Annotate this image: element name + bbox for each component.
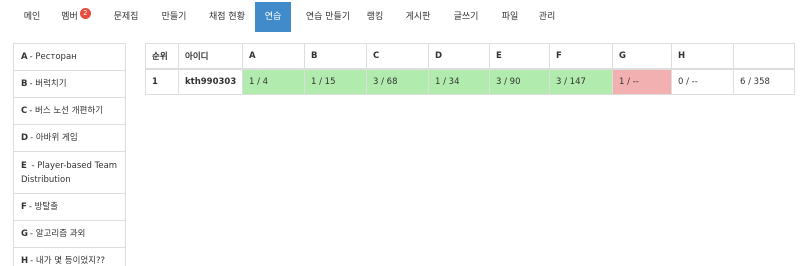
nav-item-label: 메인 bbox=[23, 12, 41, 22]
problem-title: - 버스 노선 개편하기 bbox=[29, 106, 103, 116]
member-count-badge: 2 bbox=[79, 8, 91, 19]
header-rank: 순위 bbox=[145, 43, 179, 70]
problem-item-g[interactable]: G- 알고리즘 과외 bbox=[13, 221, 126, 248]
nav-item-status[interactable]: 채점 현황 bbox=[199, 2, 255, 32]
nav-item-label: 연습 bbox=[264, 12, 282, 22]
result-cell-b: 1 / 15 bbox=[304, 68, 367, 95]
result-cell-d: 1 / 34 bbox=[428, 68, 490, 95]
header-problem-d[interactable]: D bbox=[428, 43, 490, 70]
nav-item-label: 랭킹 bbox=[366, 12, 384, 22]
nav-item-label: 게시판 bbox=[405, 12, 431, 22]
nav-item-label: 글쓰기 bbox=[453, 12, 479, 22]
nav-item-label: 파일 bbox=[501, 12, 519, 22]
problem-letter: A bbox=[21, 52, 28, 62]
problem-letter: F bbox=[21, 202, 27, 212]
problem-item-b[interactable]: B- 버럭치기 bbox=[13, 71, 126, 98]
problem-letter: C bbox=[21, 106, 28, 116]
nav-item-board[interactable]: 게시판 bbox=[395, 2, 441, 32]
problem-letter: B bbox=[21, 79, 28, 89]
problem-title: - 아바위 게임 bbox=[30, 133, 78, 143]
problem-title: - 알고리즘 과외 bbox=[29, 229, 86, 239]
nav-item-label: 연습 만들기 bbox=[305, 12, 351, 22]
nav-item-practice[interactable]: 연습 bbox=[255, 2, 291, 32]
header-row: 순위 아이디 A B C D E F G H bbox=[145, 43, 795, 70]
nav-item-label: 만들기 bbox=[161, 12, 187, 22]
problem-list: A- Ресторан B- 버럭치기 C- 버스 노선 개편하기 D- 아바위… bbox=[13, 43, 126, 266]
problem-letter: G bbox=[21, 229, 28, 239]
nav-item-problemset[interactable]: 문제집 bbox=[103, 2, 149, 32]
result-cell-a: 1 / 4 bbox=[242, 68, 305, 95]
user-id-cell[interactable]: kth990303 bbox=[178, 68, 243, 95]
problem-title-wrap: E - Player-based Team Distribution bbox=[21, 159, 125, 187]
result-cell-c: 3 / 68 bbox=[366, 68, 429, 95]
header-problem-e[interactable]: E bbox=[489, 43, 550, 70]
nav-item-write[interactable]: 글쓰기 bbox=[443, 2, 489, 32]
result-cell-e: 3 / 90 bbox=[489, 68, 550, 95]
header-problem-f[interactable]: F bbox=[549, 43, 613, 70]
top-nav: 메인 멤버 2 문제집 만들기 채점 현황 연습 연습 만들기 랭킹 게시판 글쓰… bbox=[0, 0, 800, 34]
total-cell: 6 / 358 bbox=[733, 68, 795, 95]
header-total bbox=[733, 43, 795, 70]
table-row: 1 kth990303 1 / 4 1 / 15 3 / 68 1 / 34 3… bbox=[145, 68, 795, 95]
nav-item-admin[interactable]: 관리 bbox=[530, 2, 564, 32]
nav-item-create-practice[interactable]: 연습 만들기 bbox=[296, 2, 360, 32]
problem-title: - 방탈출 bbox=[28, 202, 59, 212]
problem-title: - 내가 몇 등이었지?? bbox=[30, 256, 106, 266]
problem-item-f[interactable]: F- 방탈출 bbox=[13, 194, 126, 221]
result-cell-g: 1 / -- bbox=[612, 68, 672, 95]
problem-title: - Ресторан bbox=[29, 52, 77, 62]
nav-item-main[interactable]: 메인 bbox=[14, 2, 50, 32]
header-user-id: 아이디 bbox=[178, 43, 243, 70]
nav-item-label: 관리 bbox=[538, 12, 556, 22]
header-problem-h[interactable]: H bbox=[671, 43, 734, 70]
problem-title: - Player-based Team Distribution bbox=[21, 160, 118, 185]
nav-item-ranking[interactable]: 랭킹 bbox=[360, 2, 390, 32]
nav-item-files[interactable]: 파일 bbox=[492, 2, 528, 32]
scoreboard-table: 순위 아이디 A B C D E F G H 1 kth990303 1 / 4… bbox=[145, 43, 795, 95]
problem-letter: E bbox=[21, 160, 27, 171]
problem-item-a[interactable]: A- Ресторан bbox=[13, 43, 126, 71]
nav-item-label: 채점 현황 bbox=[209, 12, 245, 22]
header-problem-g[interactable]: G bbox=[612, 43, 672, 70]
problem-letter: H bbox=[21, 256, 29, 266]
header-problem-c[interactable]: C bbox=[366, 43, 429, 70]
problem-item-c[interactable]: C- 버스 노선 개편하기 bbox=[13, 98, 126, 125]
result-cell-h: 0 / -- bbox=[671, 68, 734, 95]
problem-item-d[interactable]: D- 아바위 게임 bbox=[13, 125, 126, 152]
header-problem-a[interactable]: A bbox=[242, 43, 305, 70]
header-problem-b[interactable]: B bbox=[304, 43, 367, 70]
result-cell-f: 3 / 147 bbox=[549, 68, 613, 95]
problem-title: - 버럭치기 bbox=[29, 79, 67, 89]
nav-item-members[interactable]: 멤버 2 bbox=[51, 2, 101, 32]
problem-item-h[interactable]: H- 내가 몇 등이었지?? bbox=[13, 248, 126, 266]
nav-item-create[interactable]: 만들기 bbox=[151, 2, 197, 32]
nav-item-label: 문제집 bbox=[113, 12, 139, 22]
rank-cell: 1 bbox=[145, 68, 179, 95]
problem-letter: D bbox=[21, 133, 29, 143]
nav-item-label: 멤버 bbox=[61, 12, 78, 22]
problem-item-e[interactable]: E - Player-based Team Distribution bbox=[13, 152, 126, 194]
